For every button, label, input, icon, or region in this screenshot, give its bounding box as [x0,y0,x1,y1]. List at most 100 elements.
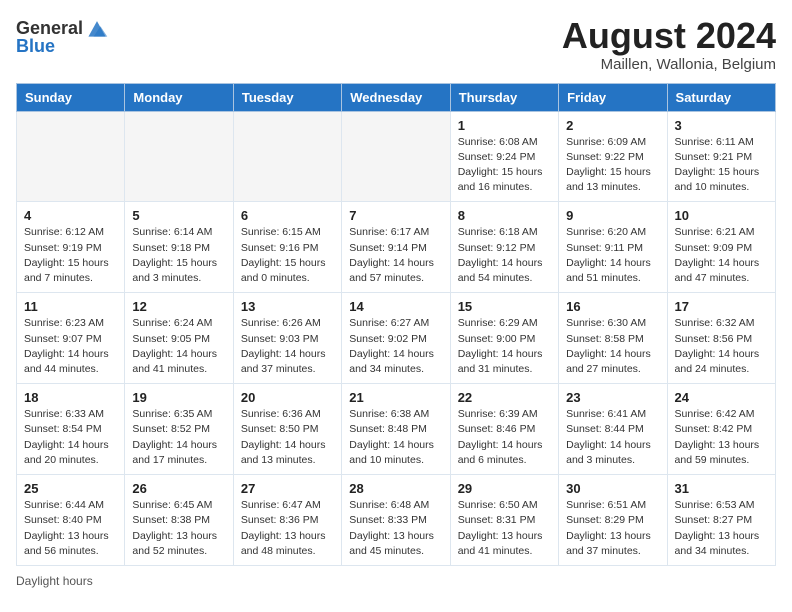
calendar-cell: 9 Sunrise: 6:20 AMSunset: 9:11 PMDaylight… [559,202,667,293]
calendar-cell: 18 Sunrise: 6:33 AMSunset: 8:54 PMDayligh… [17,384,125,475]
cell-info: Sunrise: 6:29 AMSunset: 9:00 PMDaylight:… [458,316,551,377]
cell-info: Sunrise: 6:51 AMSunset: 8:29 PMDaylight:… [566,498,659,559]
cell-info: Sunrise: 6:53 AMSunset: 8:27 PMDaylight:… [675,498,768,559]
cell-info: Sunrise: 6:27 AMSunset: 9:02 PMDaylight:… [349,316,442,377]
date-number: 11 [24,299,117,314]
calendar-cell: 13 Sunrise: 6:26 AMSunset: 9:03 PMDayligh… [233,293,341,384]
calendar-table: SundayMondayTuesdayWednesdayThursdayFrid… [16,83,776,566]
footer: Daylight hours [16,574,776,588]
calendar-cell: 19Sunrise: 6:35 AMSunset: 8:52 PMDayligh… [125,384,233,475]
cell-info: Sunrise: 6:48 AMSunset: 8:33 PMDaylight:… [349,498,442,559]
cell-info: Sunrise: 6:38 AMSunset: 8:48 PMDaylight:… [349,407,442,468]
date-number: 27 [241,481,334,496]
week-row-1: 1Sunrise: 6:08 AMSunset: 9:24 PMDaylight… [17,111,776,202]
week-row-2: 4 Sunrise: 6:12 AMSunset: 9:19 PMDaylight… [17,202,776,293]
header-day-friday: Friday [559,83,667,111]
date-number: 26 [132,481,225,496]
date-number: 5 [132,208,225,223]
calendar-cell: 17 Sunrise: 6:32 AMSunset: 8:56 PMDayligh… [667,293,775,384]
date-number: 21 [349,390,442,405]
calendar-cell: 28 Sunrise: 6:48 AMSunset: 8:33 PMDayligh… [342,475,450,566]
date-number: 28 [349,481,442,496]
calendar-cell: 15 Sunrise: 6:29 AMSunset: 9:00 PMDayligh… [450,293,558,384]
date-number: 20 [241,390,334,405]
header-day-wednesday: Wednesday [342,83,450,111]
date-number: 13 [241,299,334,314]
date-number: 12 [132,299,225,314]
calendar-cell [342,111,450,202]
cell-info: Sunrise: 6:44 AMSunset: 8:40 PMDaylight:… [24,498,117,559]
cell-info: Sunrise: 6:09 AMSunset: 9:22 PMDaylight:… [566,135,659,196]
date-number: 3 [675,118,768,133]
date-number: 30 [566,481,659,496]
header-day-thursday: Thursday [450,83,558,111]
cell-info: Sunrise: 6:32 AMSunset: 8:56 PMDaylight:… [675,316,768,377]
calendar-cell [17,111,125,202]
calendar-cell: 14 Sunrise: 6:27 AMSunset: 9:02 PMDayligh… [342,293,450,384]
page-header: General Blue August 2024 Maillen, Wallon… [16,16,776,73]
cell-info: Sunrise: 6:41 AMSunset: 8:44 PMDaylight:… [566,407,659,468]
calendar-cell: 26Sunrise: 6:45 AMSunset: 8:38 PMDayligh… [125,475,233,566]
date-number: 29 [458,481,551,496]
date-number: 19 [132,390,225,405]
date-number: 7 [349,208,442,223]
calendar-cell: 2 Sunrise: 6:09 AMSunset: 9:22 PMDaylight… [559,111,667,202]
date-number: 10 [675,208,768,223]
calendar-cell: 11Sunrise: 6:23 AMSunset: 9:07 PMDayligh… [17,293,125,384]
title-area: August 2024 Maillen, Wallonia, Belgium [562,16,776,73]
calendar-cell: 16Sunrise: 6:30 AMSunset: 8:58 PMDayligh… [559,293,667,384]
date-number: 9 [566,208,659,223]
header-day-tuesday: Tuesday [233,83,341,111]
date-number: 17 [675,299,768,314]
cell-info: Sunrise: 6:12 AMSunset: 9:19 PMDaylight:… [24,225,117,286]
cell-info: Sunrise: 6:47 AMSunset: 8:36 PMDaylight:… [241,498,334,559]
calendar-cell: 10Sunrise: 6:21 AMSunset: 9:09 PMDayligh… [667,202,775,293]
header-day-saturday: Saturday [667,83,775,111]
calendar-cell: 27 Sunrise: 6:47 AMSunset: 8:36 PMDayligh… [233,475,341,566]
date-number: 31 [675,481,768,496]
date-number: 4 [24,208,117,223]
calendar-cell: 20 Sunrise: 6:36 AMSunset: 8:50 PMDayligh… [233,384,341,475]
calendar-cell: 21 Sunrise: 6:38 AMSunset: 8:48 PMDayligh… [342,384,450,475]
cell-info: Sunrise: 6:20 AMSunset: 9:11 PMDaylight:… [566,225,659,286]
date-number: 6 [241,208,334,223]
date-number: 14 [349,299,442,314]
calendar-cell [125,111,233,202]
calendar-cell: 24 Sunrise: 6:42 AMSunset: 8:42 PMDayligh… [667,384,775,475]
cell-info: Sunrise: 6:24 AMSunset: 9:05 PMDaylight:… [132,316,225,377]
date-number: 18 [24,390,117,405]
cell-info: Sunrise: 6:11 AMSunset: 9:21 PMDaylight:… [675,135,768,196]
calendar-cell: 6Sunrise: 6:15 AMSunset: 9:16 PMDaylight… [233,202,341,293]
date-number: 8 [458,208,551,223]
cell-info: Sunrise: 6:42 AMSunset: 8:42 PMDaylight:… [675,407,768,468]
calendar-cell: 29Sunrise: 6:50 AMSunset: 8:31 PMDayligh… [450,475,558,566]
calendar-cell: 31 Sunrise: 6:53 AMSunset: 8:27 PMDayligh… [667,475,775,566]
calendar-cell: 12 Sunrise: 6:24 AMSunset: 9:05 PMDayligh… [125,293,233,384]
week-row-4: 18 Sunrise: 6:33 AMSunset: 8:54 PMDayligh… [17,384,776,475]
cell-info: Sunrise: 6:26 AMSunset: 9:03 PMDaylight:… [241,316,334,377]
cell-info: Sunrise: 6:14 AMSunset: 9:18 PMDaylight:… [132,225,225,286]
calendar-cell: 4 Sunrise: 6:12 AMSunset: 9:19 PMDaylight… [17,202,125,293]
daylight-label: Daylight hours [16,574,93,588]
month-title: August 2024 [562,16,776,56]
date-number: 15 [458,299,551,314]
calendar-cell: 1Sunrise: 6:08 AMSunset: 9:24 PMDaylight… [450,111,558,202]
cell-info: Sunrise: 6:08 AMSunset: 9:24 PMDaylight:… [458,135,551,196]
cell-info: Sunrise: 6:18 AMSunset: 9:12 PMDaylight:… [458,225,551,286]
calendar-cell: 23Sunrise: 6:41 AMSunset: 8:44 PMDayligh… [559,384,667,475]
calendar-cell: 3 Sunrise: 6:11 AMSunset: 9:21 PMDaylight… [667,111,775,202]
logo: General Blue [16,16,109,57]
cell-info: Sunrise: 6:33 AMSunset: 8:54 PMDaylight:… [24,407,117,468]
calendar-cell: 25Sunrise: 6:44 AMSunset: 8:40 PMDayligh… [17,475,125,566]
logo-blue-text: Blue [16,36,55,57]
header-day-sunday: Sunday [17,83,125,111]
week-row-5: 25Sunrise: 6:44 AMSunset: 8:40 PMDayligh… [17,475,776,566]
header-row: SundayMondayTuesdayWednesdayThursdayFrid… [17,83,776,111]
calendar-cell: 8 Sunrise: 6:18 AMSunset: 9:12 PMDaylight… [450,202,558,293]
calendar-cell: 22Sunrise: 6:39 AMSunset: 8:46 PMDayligh… [450,384,558,475]
cell-info: Sunrise: 6:17 AMSunset: 9:14 PMDaylight:… [349,225,442,286]
date-number: 24 [675,390,768,405]
cell-info: Sunrise: 6:36 AMSunset: 8:50 PMDaylight:… [241,407,334,468]
date-number: 2 [566,118,659,133]
cell-info: Sunrise: 6:39 AMSunset: 8:46 PMDaylight:… [458,407,551,468]
